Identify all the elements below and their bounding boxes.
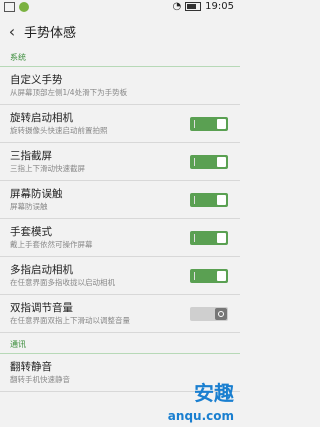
setting-subtitle: 在任意界面多指收拢以启动相机 [10, 278, 115, 287]
setting-rotate-camera[interactable]: 旋转启动相机 旋转摄像头快速启动前置拍照 [0, 105, 240, 143]
status-time: 19:05 [205, 1, 234, 12]
setting-subtitle: 翻转手机快速静音 [10, 375, 70, 384]
watermark-logo: 安趣 anqu.com [160, 377, 238, 423]
setting-title: 旋转启动相机 [10, 112, 73, 124]
toggle-switch-off[interactable] [190, 307, 228, 321]
setting-multifinger-camera[interactable]: 多指启动相机 在任意界面多指收拢以启动相机 [0, 257, 240, 295]
section-header-communication: 通讯 [0, 333, 240, 354]
setting-title: 手套模式 [10, 226, 52, 238]
setting-subtitle: 旋转摄像头快速启动前置拍照 [10, 126, 108, 135]
setting-title: 翻转静音 [10, 361, 52, 373]
section-header-system: 系统 [0, 46, 240, 67]
setting-anti-mistouch[interactable]: 屏幕防误触 屏幕防误触 [0, 181, 240, 219]
page-title: 手势体感 [24, 25, 77, 41]
setting-title: 三指截屏 [10, 150, 52, 162]
setting-glove-mode[interactable]: 手套模式 戴上手套依然可操作屏幕 [0, 219, 240, 257]
back-chevron-icon[interactable]: ‹ [0, 22, 24, 41]
toggle-switch-on[interactable] [190, 155, 228, 169]
notification-icon [4, 2, 15, 12]
setting-subtitle: 从屏幕顶部左侧1/4处滑下为手势板 [10, 88, 128, 97]
setting-title: 多指启动相机 [10, 264, 73, 276]
setting-title: 屏幕防误触 [10, 188, 63, 200]
watermark-en: anqu.com [167, 409, 234, 423]
toggle-switch-on[interactable] [190, 193, 228, 207]
setting-two-finger-volume[interactable]: 双指调节音量 在任意界面双指上下滑动以调整音量 [0, 295, 240, 333]
setting-subtitle: 屏幕防误触 [10, 202, 48, 211]
setting-subtitle: 戴上手套依然可操作屏幕 [10, 240, 93, 249]
app-notification-icon [19, 2, 29, 12]
toggle-switch-on[interactable] [190, 231, 228, 245]
toggle-switch-on[interactable] [190, 117, 228, 131]
setting-three-finger-screenshot[interactable]: 三指截屏 三指上下滑动快速截屏 [0, 143, 240, 181]
setting-title: 自定义手势 [10, 74, 63, 86]
toggle-switch-on[interactable] [190, 269, 228, 283]
wifi-icon: ◔ [172, 1, 182, 12]
status-bar: ◔ 19:05 [0, 0, 240, 16]
header: ‹ 手势体感 [0, 16, 240, 46]
watermark-cn: 安趣 [194, 381, 234, 405]
setting-title: 双指调节音量 [10, 302, 73, 314]
battery-icon [185, 2, 202, 11]
setting-custom-gesture[interactable]: 自定义手势 从屏幕顶部左侧1/4处滑下为手势板 [0, 67, 240, 105]
setting-subtitle: 三指上下滑动快速截屏 [10, 164, 85, 173]
setting-subtitle: 在任意界面双指上下滑动以调整音量 [10, 316, 130, 325]
